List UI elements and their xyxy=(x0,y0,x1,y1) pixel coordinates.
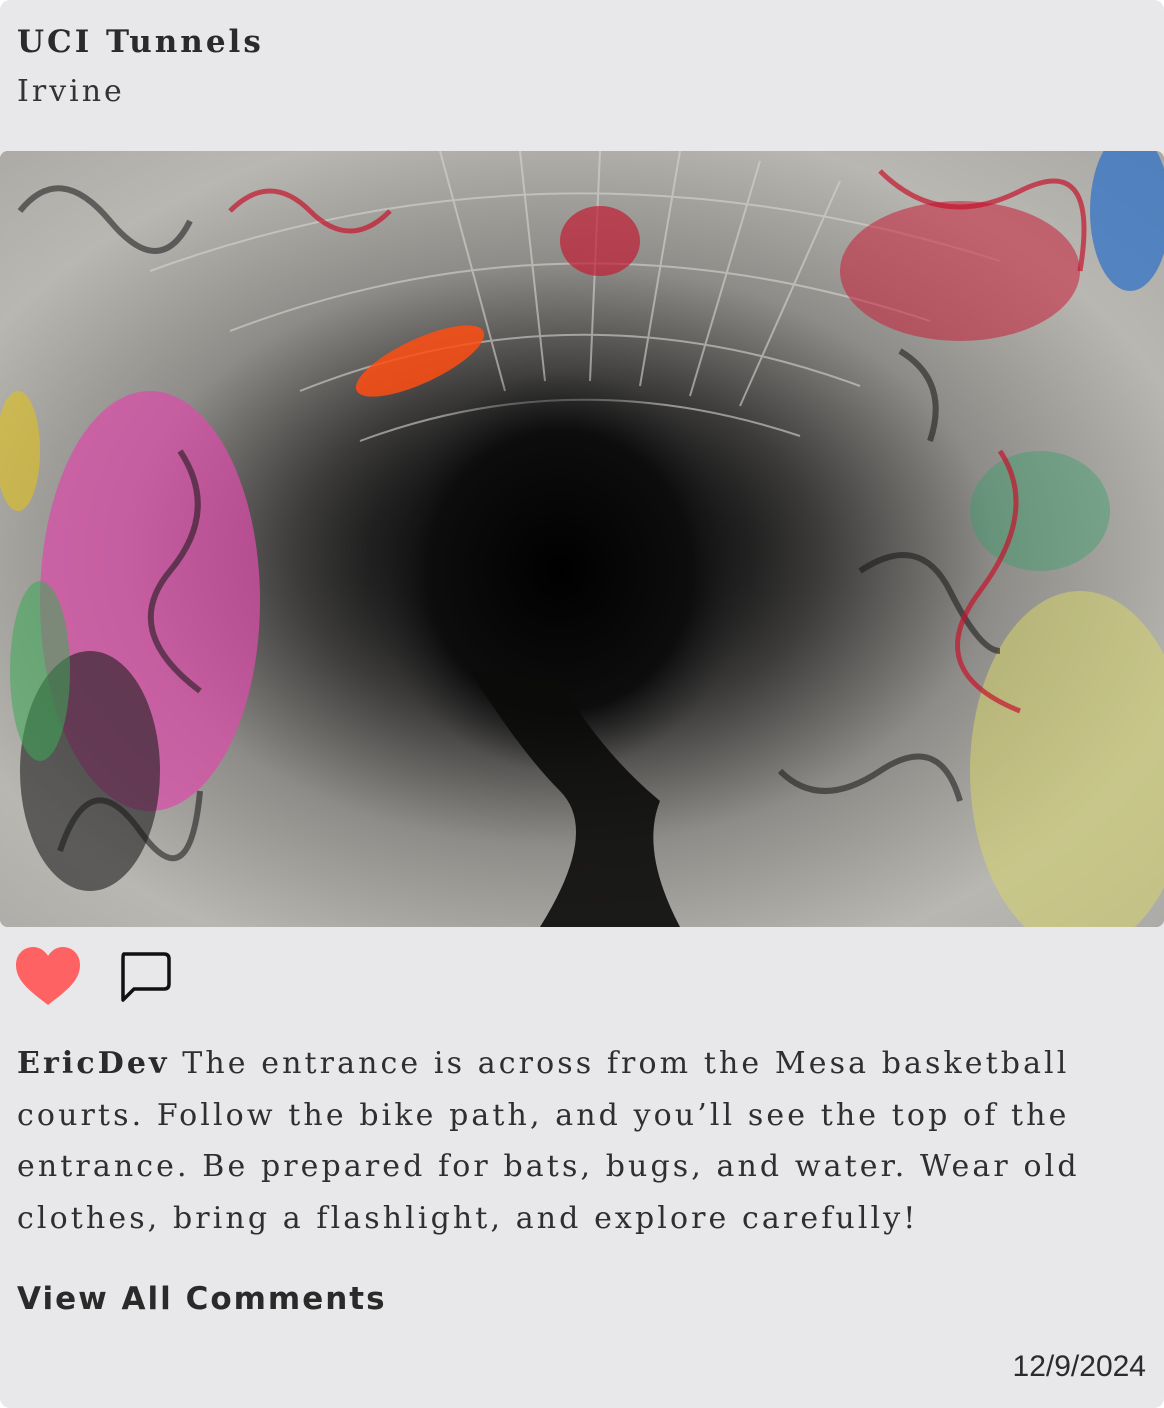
heart-icon[interactable] xyxy=(14,945,82,1007)
caption-username[interactable]: EricDev xyxy=(17,1046,170,1081)
post-caption: EricDev The entrance is across from the … xyxy=(17,1038,1137,1244)
view-all-comments-link[interactable]: View All Comments xyxy=(17,1278,387,1320)
post-date: 12/9/2024 xyxy=(1012,1350,1146,1383)
post-actions xyxy=(14,944,172,1008)
post-header: UCI Tunnels Irvine xyxy=(17,22,264,112)
post-photo[interactable] xyxy=(0,151,1164,927)
post-location: Irvine xyxy=(17,74,125,109)
comment-icon[interactable] xyxy=(116,950,172,1004)
post-title: UCI Tunnels xyxy=(17,24,264,60)
post-card: UCI Tunnels Irvine EricDev The entrance … xyxy=(0,0,1164,1408)
caption-text: The entrance is across from the Mesa bas… xyxy=(17,1046,1080,1236)
